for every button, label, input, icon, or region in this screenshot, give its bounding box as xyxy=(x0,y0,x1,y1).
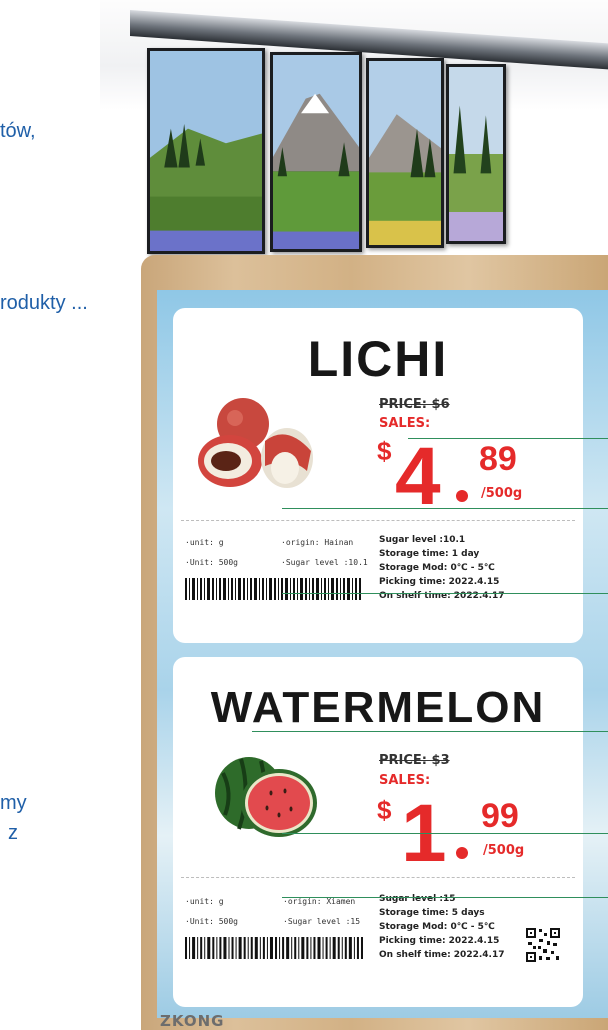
barcode xyxy=(185,937,363,959)
decimal-dot xyxy=(456,490,468,502)
unit-weight: ·Unit: 500g xyxy=(185,917,238,926)
brand-logo: ZKONG xyxy=(160,1012,225,1030)
info-storage-mod: Storage Mod: 0℃ - 5℃ xyxy=(379,563,495,573)
info-storage-time: Storage time: 5 days xyxy=(379,908,485,918)
annotation-line xyxy=(252,731,608,732)
info-on-shelf-time: On shelf time: 2022.4.17 xyxy=(379,950,505,960)
lychee-illustration xyxy=(198,398,313,488)
info-picking-time: Picking time: 2022.4.15 xyxy=(379,936,500,946)
price-unit: /500g xyxy=(481,486,523,501)
left-text-3: my xyxy=(0,792,27,814)
annotation-line xyxy=(282,833,608,834)
info-storage-time: Storage time: 1 day xyxy=(379,549,480,559)
old-price: PRICE: $3 xyxy=(379,753,450,768)
info-sugar: Sugar level :10.1 xyxy=(379,535,466,545)
annotation-line xyxy=(282,508,608,509)
landscape-screen-4 xyxy=(446,64,506,244)
info-storage-mod: Storage Mod: 0℃ - 5℃ xyxy=(379,922,495,932)
landscape-screen-3 xyxy=(366,58,444,248)
screen-wall xyxy=(142,40,522,260)
unit-g: ·unit: g xyxy=(185,538,224,547)
sugar-level-small: ·Sugar level :15 xyxy=(283,917,361,926)
price-cents: 89 xyxy=(479,440,517,478)
origin: ·origin: Xiamen xyxy=(283,897,356,906)
price-integer: 1 xyxy=(401,788,447,879)
decimal-dot xyxy=(456,847,468,859)
landscape-screen-1 xyxy=(147,48,265,254)
sugar-level-small: ·Sugar level :10.1 xyxy=(281,558,368,567)
origin: ·origin: Hainan xyxy=(281,538,354,547)
price-tag-watermelon: WATERMELON PRICE: $3 SALES: $ 1 99 /500g… xyxy=(173,657,583,1007)
old-price: PRICE: $6 xyxy=(379,397,450,412)
annotation-line xyxy=(408,438,608,439)
unit-g: ·unit: g xyxy=(185,897,224,906)
info-picking-time: Picking time: 2022.4.15 xyxy=(379,577,500,587)
landscape-screen-2 xyxy=(270,52,362,252)
left-text-2: rodukty ... xyxy=(0,292,88,314)
barcode xyxy=(185,578,361,600)
product-title: LICHI xyxy=(307,331,449,387)
divider xyxy=(181,520,575,521)
left-text-4: z xyxy=(8,822,18,844)
sales-label: SALES: xyxy=(379,416,431,431)
annotation-line xyxy=(282,897,608,898)
currency-symbol: $ xyxy=(377,436,392,466)
info-on-shelf-time: On shelf time: 2022.4.17 xyxy=(379,591,505,601)
info-sugar: Sugar level :15 xyxy=(379,894,456,904)
left-text-1: tów, xyxy=(0,120,36,142)
watermelon-illustration xyxy=(215,757,317,837)
currency-symbol: $ xyxy=(377,795,392,825)
price-unit: /500g xyxy=(483,843,525,858)
price-cents: 99 xyxy=(481,797,519,835)
unit-weight: ·Unit: 500g xyxy=(185,558,238,567)
qr-code xyxy=(525,927,561,963)
product-title: WATERMELON xyxy=(210,683,546,732)
divider xyxy=(181,877,575,878)
price-integer: 4 xyxy=(395,431,441,522)
annotation-line xyxy=(282,593,608,594)
sales-label: SALES: xyxy=(379,773,431,788)
